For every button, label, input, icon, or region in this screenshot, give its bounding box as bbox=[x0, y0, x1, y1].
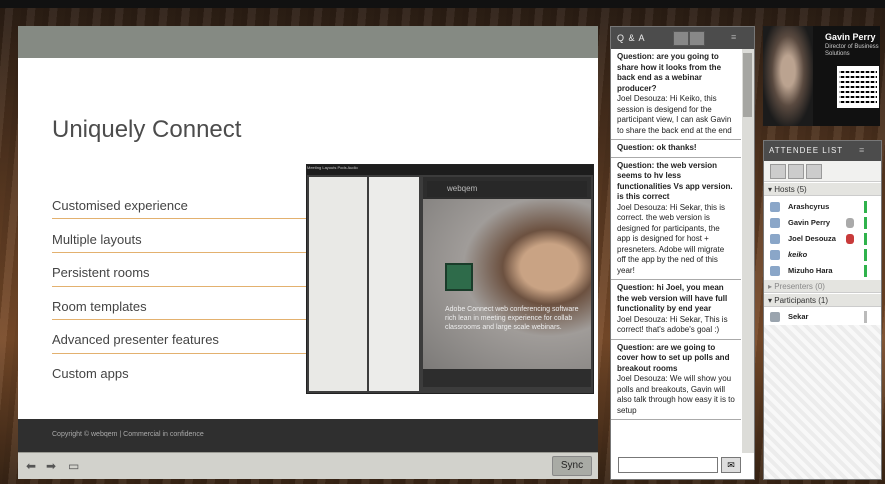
arrow-right-icon[interactable]: ➡ bbox=[46, 459, 56, 473]
embedded-sidebar bbox=[309, 177, 367, 391]
attendee-empty-area bbox=[764, 325, 881, 479]
status-indicator bbox=[864, 217, 867, 229]
attendee-row[interactable]: Sekar bbox=[764, 309, 881, 325]
group-hosts[interactable]: ▾ Hosts (5) bbox=[764, 183, 881, 196]
qa-input[interactable] bbox=[618, 457, 718, 473]
attendee-name: Arashcyrus bbox=[788, 202, 830, 211]
profile-pod: Gavin Perry Director of Business Solutio… bbox=[763, 26, 880, 126]
sync-button[interactable]: Sync bbox=[552, 456, 592, 476]
qa-answer: Joel Desouza: Hi Keiko, this session is … bbox=[617, 94, 732, 135]
share-pod: Uniquely Connect Customised experience M… bbox=[18, 26, 598, 479]
attendee-name: keiko bbox=[788, 250, 808, 259]
qa-question: Question: ok thanks! bbox=[617, 143, 697, 152]
user-icon bbox=[770, 234, 780, 244]
group-label: Participants (1) bbox=[774, 296, 829, 305]
qa-question: Question: are we going to cover how to s… bbox=[617, 342, 730, 373]
qa-header: Q & A ≡ bbox=[611, 27, 754, 49]
embedded-screenshot: Meeting Layouts Pods Audio webqem Adobe … bbox=[306, 164, 594, 394]
qa-question: Question: hi Joel, you mean the web vers… bbox=[617, 283, 728, 313]
qa-scrollbar[interactable] bbox=[742, 49, 754, 453]
share-controls: ⬅ ➡ ▭ Sync bbox=[18, 452, 598, 479]
top-bar bbox=[0, 0, 885, 8]
embedded-brand: webqem bbox=[427, 181, 587, 197]
arrow-left-icon[interactable]: ⬅ bbox=[26, 459, 36, 473]
qa-pod: Q & A ≡ Question: are you going to share… bbox=[610, 26, 755, 480]
qa-list: Question: are you going to share how it … bbox=[611, 49, 741, 453]
status-indicator bbox=[864, 233, 867, 245]
qa-scroll-thumb[interactable] bbox=[743, 53, 752, 117]
menu-icon[interactable]: ≡ bbox=[731, 32, 736, 42]
embedded-chat bbox=[369, 177, 419, 391]
user-icon bbox=[770, 250, 780, 260]
slide-title: Uniquely Connect bbox=[52, 116, 242, 143]
grid-view-icon[interactable] bbox=[788, 164, 804, 179]
qa-question: Question: the web version seems to hv le… bbox=[617, 160, 733, 202]
qa-view-icon[interactable] bbox=[673, 31, 689, 46]
qa-entry: Question: ok thanks! bbox=[611, 140, 741, 158]
status-indicator bbox=[864, 201, 867, 213]
profile-name: Gavin Perry bbox=[825, 32, 876, 42]
user-icon bbox=[770, 218, 780, 228]
qa-lock-icon[interactable] bbox=[689, 31, 705, 46]
attendee-row[interactable]: Gavin Perry bbox=[764, 215, 881, 231]
send-icon[interactable]: ✉ bbox=[721, 457, 741, 473]
attendee-row[interactable]: Joel Desouza bbox=[764, 231, 881, 247]
slide-header-band bbox=[18, 26, 598, 58]
footer-text: Copyright © webqem | Commercial in confi… bbox=[52, 431, 204, 438]
embedded-menu: Meeting Layouts Pods Audio bbox=[307, 165, 593, 175]
group-presenters[interactable]: ▸ Presenters (0) bbox=[764, 280, 881, 293]
group-label: Presenters (0) bbox=[774, 282, 825, 291]
embedded-main: webqem Adobe Connect web conferencing so… bbox=[423, 177, 591, 387]
attendee-row[interactable]: Arashcyrus bbox=[764, 199, 881, 215]
qa-entry: Question: are we going to cover how to s… bbox=[611, 340, 741, 420]
attendee-pod: ATTENDEE LIST ≡ ▾ Hosts (5) Arashcyrus G… bbox=[763, 140, 882, 480]
qr-code-icon bbox=[837, 66, 879, 108]
attendee-name: Joel Desouza bbox=[788, 234, 836, 243]
mic-icon bbox=[846, 218, 854, 228]
attendee-toolbar bbox=[764, 161, 881, 182]
qa-entry: Question: hi Joel, you mean the web vers… bbox=[611, 280, 741, 340]
qa-entry: Question: are you going to share how it … bbox=[611, 49, 741, 140]
status-indicator bbox=[864, 249, 867, 261]
menu-icon[interactable]: ≡ bbox=[859, 145, 864, 155]
attendee-name: Gavin Perry bbox=[788, 218, 831, 227]
qa-answer: Joel Desouza: Hi Sekar, this is correct.… bbox=[617, 202, 726, 275]
status-indicator bbox=[864, 311, 867, 323]
qa-question: Question: are you going to share how it … bbox=[617, 52, 722, 93]
embedded-logo-icon bbox=[445, 263, 473, 291]
user-icon bbox=[770, 266, 780, 276]
qa-answer: Joel Desouza: Hi Sekar, This is correct!… bbox=[617, 314, 728, 335]
mic-muted-icon bbox=[846, 234, 854, 244]
sort-icon[interactable] bbox=[806, 164, 822, 179]
list-view-icon[interactable] bbox=[770, 164, 786, 179]
user-icon bbox=[770, 312, 780, 322]
attendee-name: Mizuho Hara bbox=[788, 266, 833, 275]
slide-footer: Copyright © webqem | Commercial in confi… bbox=[18, 419, 598, 452]
slide-content: Uniquely Connect Customised experience M… bbox=[18, 58, 598, 452]
group-label: Hosts (5) bbox=[774, 185, 807, 194]
embedded-caption: Adobe Connect web conferencing software … bbox=[445, 306, 579, 331]
profile-role: Director of Business Solutions bbox=[825, 44, 879, 57]
user-icon bbox=[770, 202, 780, 212]
attendee-row[interactable]: Mizuho Hara bbox=[764, 263, 881, 279]
attendee-row[interactable]: keiko bbox=[764, 247, 881, 263]
status-indicator bbox=[864, 265, 867, 277]
fullscreen-icon[interactable]: ▭ bbox=[68, 459, 79, 473]
group-participants[interactable]: ▾ Participants (1) bbox=[764, 294, 881, 307]
qa-title: Q & A bbox=[617, 33, 646, 43]
qa-entry: Question: the web version seems to hv le… bbox=[611, 158, 741, 280]
profile-photo bbox=[763, 26, 813, 126]
attendee-name: Sekar bbox=[788, 312, 809, 321]
qa-answer: Joel Desouza: We will show you polls and… bbox=[617, 374, 735, 415]
